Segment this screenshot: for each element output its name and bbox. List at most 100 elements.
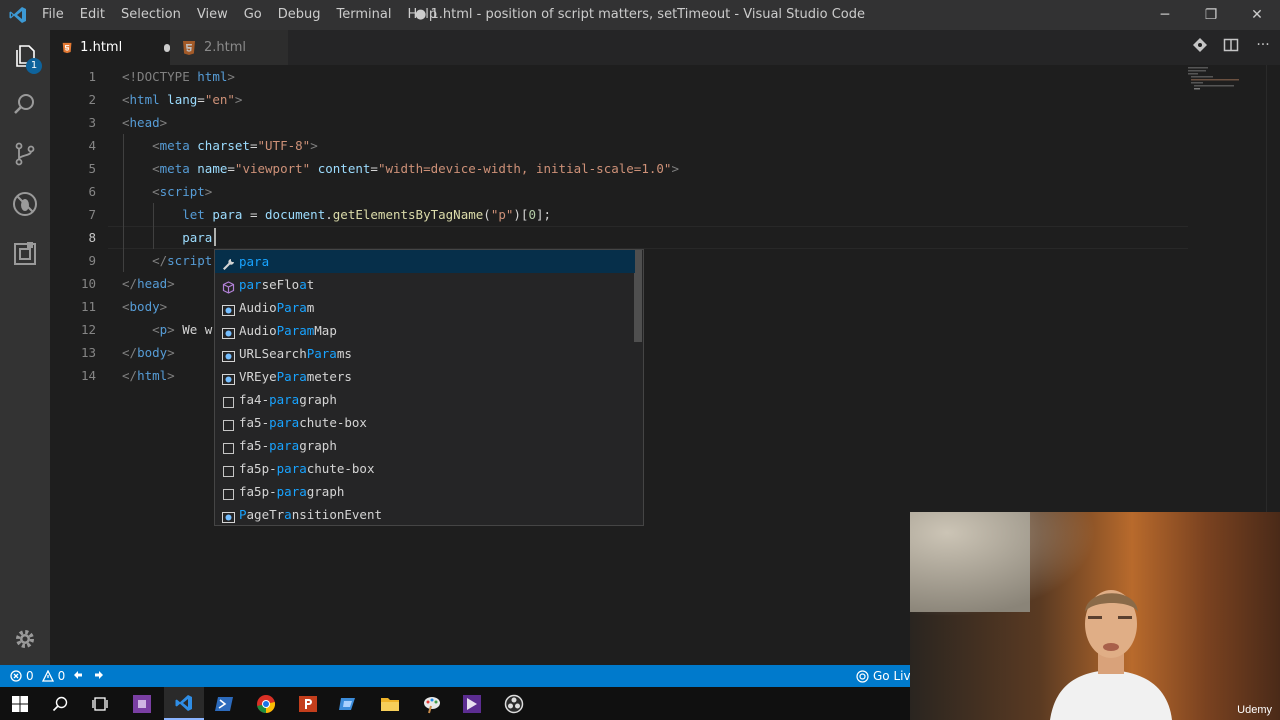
suggestion-item[interactable]: VREyeParameters <box>215 365 635 388</box>
navigate-forward-button[interactable] <box>93 669 105 684</box>
problems-status[interactable]: 0 0 <box>10 665 65 687</box>
taskbar-app[interactable] <box>452 687 492 720</box>
menu-selection[interactable]: Selection <box>113 0 189 30</box>
suggestion-label: PageTransitionEvent <box>239 507 383 522</box>
git-compare-icon <box>1193 38 1207 52</box>
menu-help[interactable]: Help <box>399 0 445 30</box>
line-number: 11 <box>80 299 96 314</box>
debug-button[interactable] <box>0 180 50 228</box>
code-token: < <box>122 161 160 176</box>
task-view-button[interactable] <box>80 687 120 720</box>
code-token: "p" <box>490 207 514 222</box>
code-token: lang <box>167 92 198 107</box>
search-view-button[interactable] <box>0 80 50 128</box>
wrench-icon <box>222 255 235 270</box>
line-number: 10 <box>80 276 96 291</box>
suggestion-item[interactable]: fa5p-paragraph <box>215 480 635 503</box>
suggestion-item[interactable]: para <box>215 250 635 273</box>
broadcast-icon <box>856 669 869 683</box>
tab-2-html[interactable]: 2.html <box>170 30 288 65</box>
suggestion-item[interactable]: URLSearchParams <box>215 342 635 365</box>
suggestion-item[interactable]: AudioParam <box>215 296 635 319</box>
code-token: script <box>167 253 213 268</box>
taskbar-app[interactable] <box>370 687 410 720</box>
code-token: html <box>197 69 228 84</box>
error-icon <box>10 670 22 682</box>
restore-button[interactable]: ❐ <box>1188 0 1234 30</box>
code-token: > <box>167 322 175 337</box>
more-actions-button[interactable]: ··· <box>1250 37 1276 57</box>
code-token: </ <box>122 345 138 360</box>
taskbar-app-active[interactable] <box>164 687 204 720</box>
obs-icon <box>504 694 524 713</box>
taskbar-app[interactable] <box>246 687 286 720</box>
menu-go[interactable]: Go <box>236 0 270 30</box>
menu-file[interactable]: File <box>34 0 72 30</box>
menu-view[interactable]: View <box>189 0 236 30</box>
suggestion-item[interactable]: fa4-paragraph <box>215 388 635 411</box>
code-token: ]; <box>535 207 552 222</box>
extensions-button[interactable] <box>0 230 50 278</box>
split-editor-button[interactable] <box>1218 37 1244 57</box>
vscode-logo-icon <box>9 7 26 23</box>
code-token: ( <box>483 207 491 222</box>
snippet-icon <box>222 485 235 500</box>
suggestion-label: parseFloat <box>239 277 315 292</box>
class-icon <box>222 301 235 316</box>
title-bar: File Edit Selection View Go Debug Terminal Help… <box>0 0 1280 30</box>
explorer-button[interactable]: 1 <box>0 32 50 80</box>
open-changes-button[interactable] <box>1187 37 1213 57</box>
suggestion-item[interactable]: PageTransitionEvent <box>215 503 635 525</box>
taskbar-app[interactable] <box>494 687 534 720</box>
close-button[interactable]: ✕ <box>1234 0 1280 30</box>
powershell-icon <box>215 696 233 711</box>
start-button[interactable] <box>0 687 40 720</box>
suggestion-label: fa5p-parachute-box <box>239 461 375 476</box>
code-token: html <box>137 368 168 383</box>
menu-terminal[interactable]: Terminal <box>329 0 400 30</box>
suggestion-item[interactable]: AudioParamMap <box>215 319 635 342</box>
autocomplete-suggestions: para parseFloat AudioParam AudioParamMap URL… <box>214 249 644 526</box>
line-number: 8 <box>88 230 96 245</box>
minimize-button[interactable]: ─ <box>1142 0 1188 30</box>
taskbar-app[interactable] <box>328 687 368 720</box>
settings-button[interactable] <box>0 615 50 663</box>
code-token: head <box>137 276 168 291</box>
warning-count: 0 <box>57 669 66 683</box>
go-live-button[interactable]: Go Live <box>856 665 918 687</box>
code-line: </head> <box>122 272 175 295</box>
suggestion-label: fa5-paragraph <box>239 438 337 453</box>
taskbar-app[interactable] <box>204 687 244 720</box>
taskbar-search-button[interactable] <box>40 687 80 720</box>
menu-edit[interactable]: Edit <box>72 0 113 30</box>
suggestion-label: fa4-paragraph <box>239 392 337 407</box>
suggestion-item[interactable]: fa5p-parachute-box <box>215 457 635 480</box>
suggestion-item[interactable]: fa5-parachute-box <box>215 411 635 434</box>
navigate-back-button[interactable] <box>72 669 84 684</box>
paint-icon <box>424 696 440 713</box>
code-line: </html> <box>122 364 175 387</box>
line-number: 7 <box>88 207 96 222</box>
taskbar-app[interactable] <box>412 687 452 720</box>
code-token: body <box>137 345 168 360</box>
taskbar-app[interactable] <box>122 687 162 720</box>
suggestion-item[interactable]: parseFloat <box>215 273 635 296</box>
menu-debug[interactable]: Debug <box>270 0 329 30</box>
line-number: 5 <box>88 161 96 176</box>
source-control-button[interactable] <box>0 130 50 178</box>
line-number: 4 <box>88 138 96 153</box>
code-token: para <box>182 230 213 245</box>
code-line: <head> <box>122 111 167 134</box>
class-icon <box>222 508 235 523</box>
suggestion-item[interactable]: fa5-paragraph <box>215 434 635 457</box>
suggestions-scrollbar[interactable] <box>634 250 642 342</box>
code-token: = <box>227 161 235 176</box>
code-token: head <box>129 115 160 130</box>
code-token: name <box>197 161 228 176</box>
code-token: < <box>122 322 160 337</box>
tab-1-html[interactable]: 1.html <box>50 30 170 65</box>
taskbar-app[interactable] <box>288 687 328 720</box>
code-line: <html lang="en"> <box>122 88 242 111</box>
arrow-left-icon <box>74 671 82 679</box>
